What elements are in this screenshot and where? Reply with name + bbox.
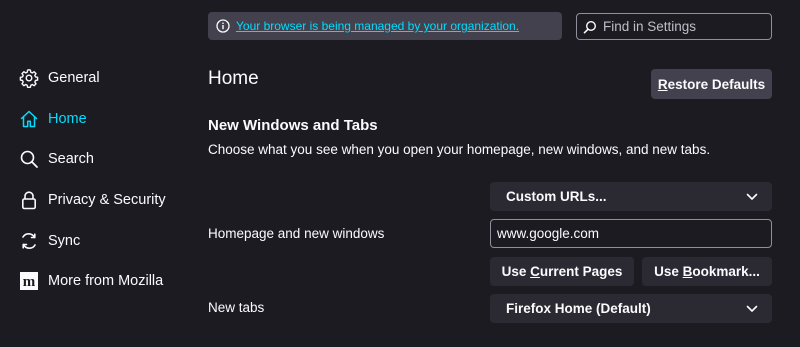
managed-notice-link[interactable]: Your browser is being managed by your or… xyxy=(236,19,519,33)
use-bookmark-button[interactable]: Use Bookmark... xyxy=(642,257,772,286)
sidebar-item-home[interactable]: Home xyxy=(18,104,87,134)
section-description: Choose what you see when you open your h… xyxy=(208,142,711,157)
button-label: estore Defaults xyxy=(667,76,766,92)
sidebar-item-label: Sync xyxy=(48,233,81,249)
sidebar-item-label: Home xyxy=(48,111,87,127)
homepage-label: Homepage and new windows xyxy=(208,226,385,241)
sidebar-item-search[interactable]: Search xyxy=(18,144,94,174)
sidebar-item-label: More from Mozilla xyxy=(48,273,164,289)
homepage-mode-select[interactable]: Custom URLs... xyxy=(490,182,772,211)
accesskey: B xyxy=(682,264,693,279)
new-tabs-label: New tabs xyxy=(208,300,265,315)
sidebar-item-label: Privacy & Security xyxy=(48,192,166,208)
page-title: Home xyxy=(208,68,259,89)
settings-search-input[interactable] xyxy=(601,18,770,35)
chevron-down-icon xyxy=(746,305,758,312)
use-current-pages-button[interactable]: Use Current Pages xyxy=(490,257,634,286)
svg-text:m: m xyxy=(23,274,36,290)
restore-defaults-button[interactable]: Restore Defaults xyxy=(651,69,772,99)
mozilla-logo-icon: m xyxy=(18,270,40,292)
search-icon xyxy=(18,148,40,170)
sidebar-item-more-from-mozilla[interactable]: m More from Mozilla xyxy=(18,266,163,296)
button-label: urrent Pages xyxy=(539,264,623,279)
info-icon xyxy=(216,19,230,33)
search-icon xyxy=(583,20,597,33)
button-label: Use xyxy=(501,264,531,279)
chevron-down-icon xyxy=(746,193,758,200)
managed-notice: Your browser is being managed by your or… xyxy=(208,12,562,40)
sidebar-item-label: General xyxy=(48,70,100,86)
sidebar-item-label: Search xyxy=(48,151,94,167)
sidebar-item-general[interactable]: General xyxy=(18,63,100,93)
accesskey: R xyxy=(657,76,668,92)
sync-icon xyxy=(18,230,40,252)
homepage-url-input[interactable] xyxy=(490,219,772,248)
homepage-mode-value: Custom URLs... xyxy=(506,189,607,204)
button-label: Use xyxy=(654,264,683,279)
accesskey: C xyxy=(530,264,540,279)
home-icon xyxy=(18,108,40,130)
new-tabs-select[interactable]: Firefox Home (Default) xyxy=(490,294,772,323)
sidebar-item-privacy[interactable]: Privacy & Security xyxy=(18,185,166,215)
button-label: ookmark... xyxy=(692,264,760,279)
new-tabs-value: Firefox Home (Default) xyxy=(506,301,651,316)
lock-icon xyxy=(18,189,40,211)
settings-search-box[interactable] xyxy=(576,13,772,40)
sidebar-item-sync[interactable]: Sync xyxy=(18,226,80,256)
section-title: New Windows and Tabs xyxy=(208,117,378,134)
gear-icon xyxy=(18,67,40,89)
